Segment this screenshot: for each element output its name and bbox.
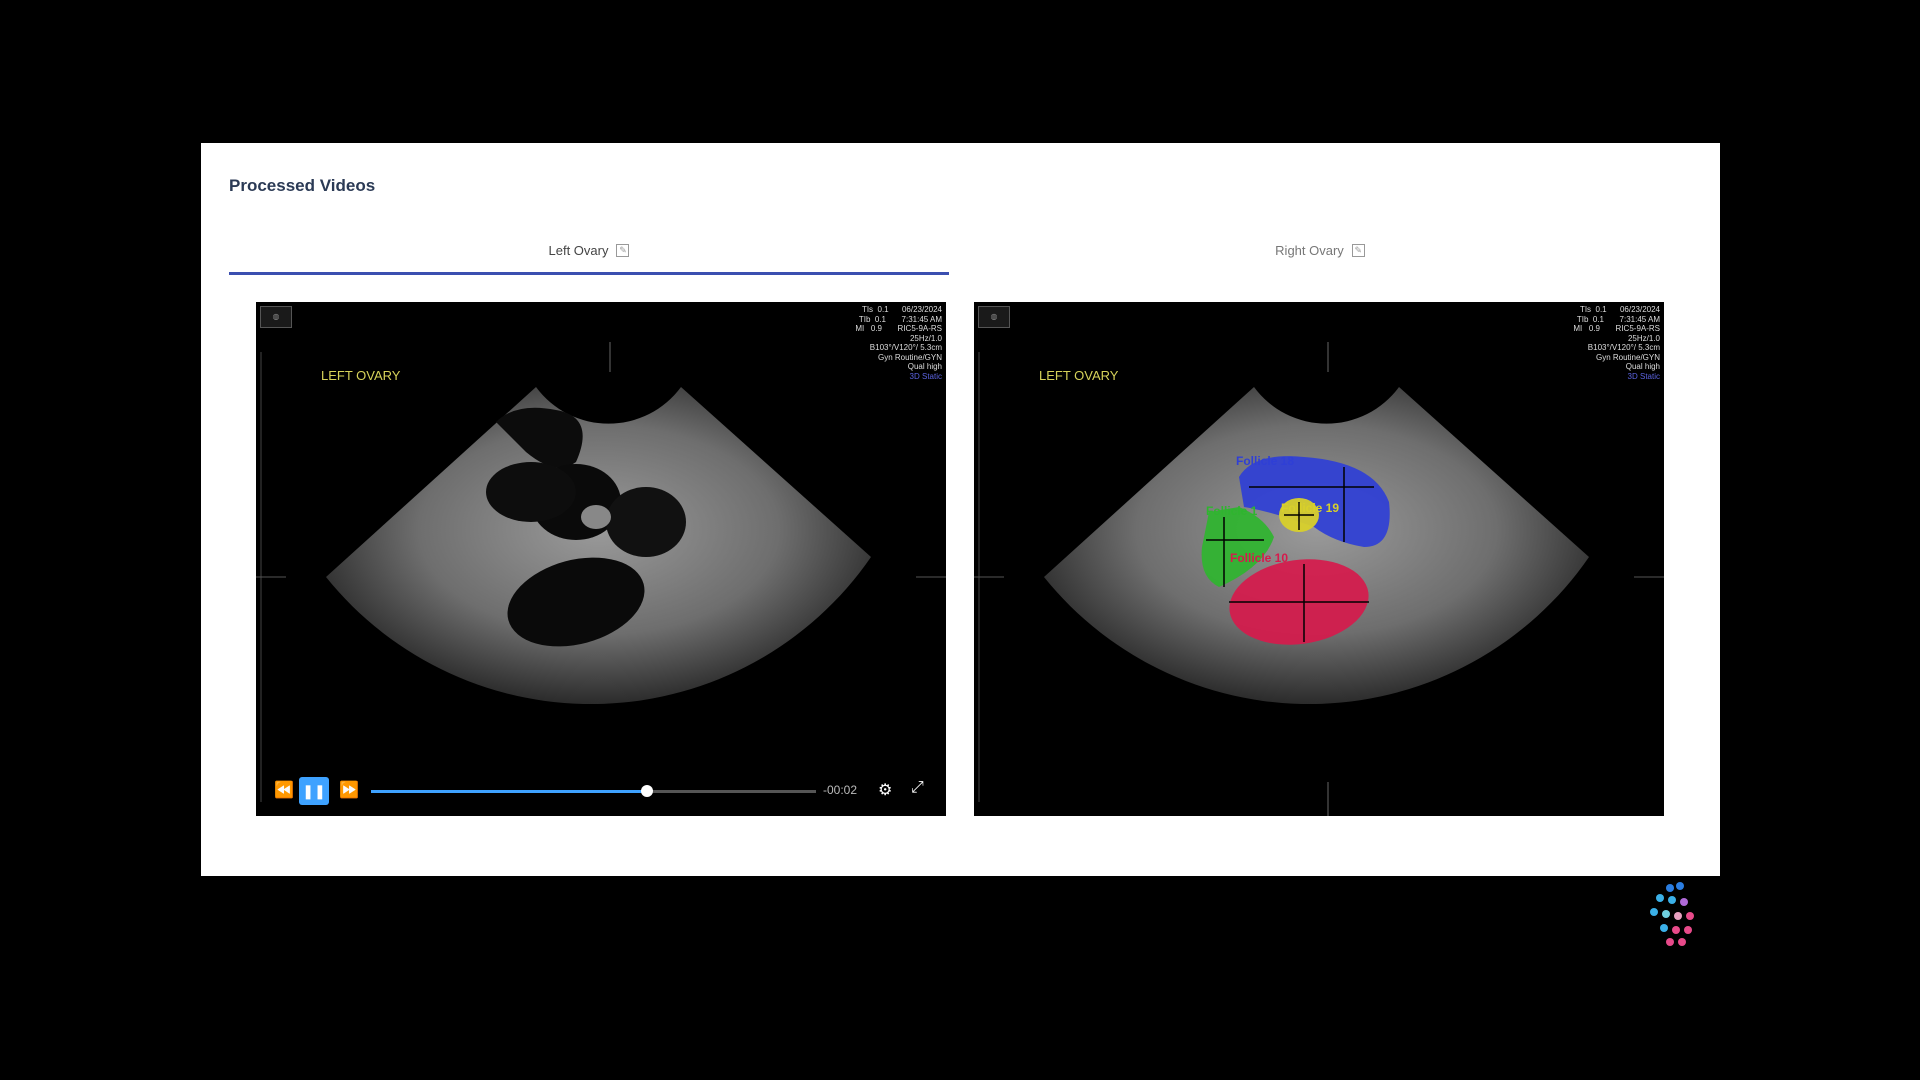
edit-icon[interactable]: ✎ [1351,243,1365,257]
scan-metadata: TIs 0.1 06/23/2024 TIb 0.1 7:31:45 AM MI… [1573,305,1660,381]
meta-line: Gyn Routine/GYN [1595,352,1660,362]
progress-handle[interactable] [640,785,653,797]
follicle-label: Follicle 18 [1236,454,1294,468]
panel-title: Processed Videos [229,176,376,195]
ovary-tabs: Left Ovary ✎ Right Ovary ✎ [229,228,1691,275]
meta-line: Qual high [1625,362,1660,371]
meta-line: TIs 0.1 06/23/2024 [1579,305,1660,314]
follicle-label: Follicle 10 [1230,551,1288,565]
processed-videos-panel: Processed Videos Left Ovary ✎ Right Ovar… [201,143,1720,876]
progress-bar[interactable] [371,785,816,797]
follicle-label: Follicle 19 [1281,501,1339,515]
fast-forward-icon[interactable]: ⏩ [339,780,359,800]
ultrasound-sector [326,387,871,705]
meta-line: Qual high [907,362,942,371]
meta-line: 3D Static [909,371,942,381]
scan-metadata: TIs 0.1 06/23/2024 TIb 0.1 7:31:45 AM MI… [855,305,942,381]
meta-line: TIb 0.1 7:31:45 AM [1576,314,1660,324]
edit-icon[interactable]: ✎ [616,243,630,257]
meta-line: 25Hz/1.0 [909,333,942,343]
brand-logo-icon [1650,882,1694,946]
meta-line: 3D Static [1627,371,1660,381]
right-ultrasound-video[interactable]: Follicle 18 Follicle 19 Follicle 1 Folli… [974,302,1664,816]
tab-right-ovary[interactable]: Right Ovary ✎ [949,228,1691,272]
probe-icon: ◍ [978,306,1010,328]
meta-line: MI 0.9 RIC5-9A-RS [1573,324,1660,333]
meta-line: B103°/V120°/ 5.3cm [869,343,942,352]
time-remaining: -00:02 [823,783,858,797]
meta-line: B103°/V120°/ 5.3cm [1587,343,1660,352]
fullscreen-icon[interactable]: ⤢ [911,779,924,797]
video-controls: ⏪ ❚❚ ⏩ -00:02 ⚙ ⤢ [256,766,946,816]
meta-line: Gyn Routine/GYN [877,352,942,362]
pause-icon: ❚❚ [302,782,326,799]
gear-icon[interactable]: ⚙ [878,780,892,800]
probe-icon: ◍ [260,306,292,328]
tab-left-ovary-label: Left Ovary [548,242,609,258]
meta-line: 25Hz/1.0 [1627,333,1660,343]
tab-right-ovary-label: Right Ovary [1275,242,1344,258]
meta-line: TIs 0.1 06/23/2024 [861,305,942,314]
meta-line: MI 0.9 RIC5-9A-RS [855,324,942,333]
progress-fill [371,790,647,793]
ovary-label: LEFT OVARY [1039,368,1119,383]
follicle-label: Follicle 1 [1206,504,1258,518]
ovary-label: LEFT OVARY [321,368,401,383]
tab-left-ovary[interactable]: Left Ovary ✎ [229,228,949,275]
rewind-icon[interactable]: ⏪ [274,780,294,800]
pause-button[interactable]: ❚❚ [299,777,329,805]
ultrasound-sector [1044,387,1589,705]
meta-line: TIb 0.1 7:31:45 AM [858,314,942,324]
left-ultrasound-video[interactable]: ◍ LEFT OVARY TIs 0.1 06/23/2024 TIb 0.1 … [256,302,946,816]
